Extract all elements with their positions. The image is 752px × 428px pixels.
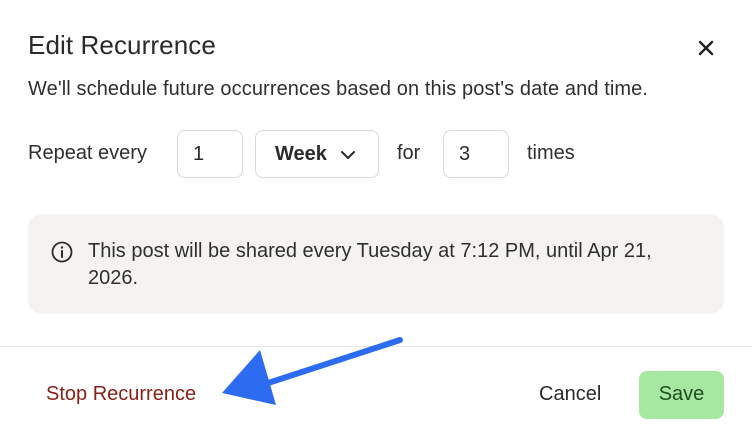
unit-select-value: Week [275, 143, 327, 165]
dialog-title: Edit Recurrence [28, 30, 216, 60]
info-box: This post will be shared every Tuesday a… [28, 214, 724, 314]
repeat-row: Repeat every Week for times [28, 130, 728, 178]
chevron-down-icon [341, 151, 355, 159]
dialog-description: We'll schedule future occurrences based … [28, 78, 649, 100]
save-button[interactable]: Save [639, 371, 724, 419]
footer-divider [0, 346, 752, 347]
times-label: times [527, 142, 575, 164]
repeat-every-label: Repeat every [28, 142, 147, 164]
unit-select[interactable]: Week [255, 130, 379, 178]
cancel-button[interactable]: Cancel [539, 383, 601, 406]
close-button[interactable] [692, 34, 720, 62]
edit-recurrence-dialog: Edit Recurrence We'll schedule future oc… [0, 0, 752, 428]
stop-recurrence-button[interactable]: Stop Recurrence [46, 383, 196, 406]
for-label: for [397, 142, 421, 164]
close-icon [698, 40, 714, 56]
save-button-label: Save [658, 383, 705, 405]
info-text: This post will be shared every Tuesday a… [88, 240, 652, 289]
count-input[interactable] [443, 130, 509, 178]
info-icon [51, 241, 73, 263]
interval-input[interactable] [177, 130, 243, 178]
